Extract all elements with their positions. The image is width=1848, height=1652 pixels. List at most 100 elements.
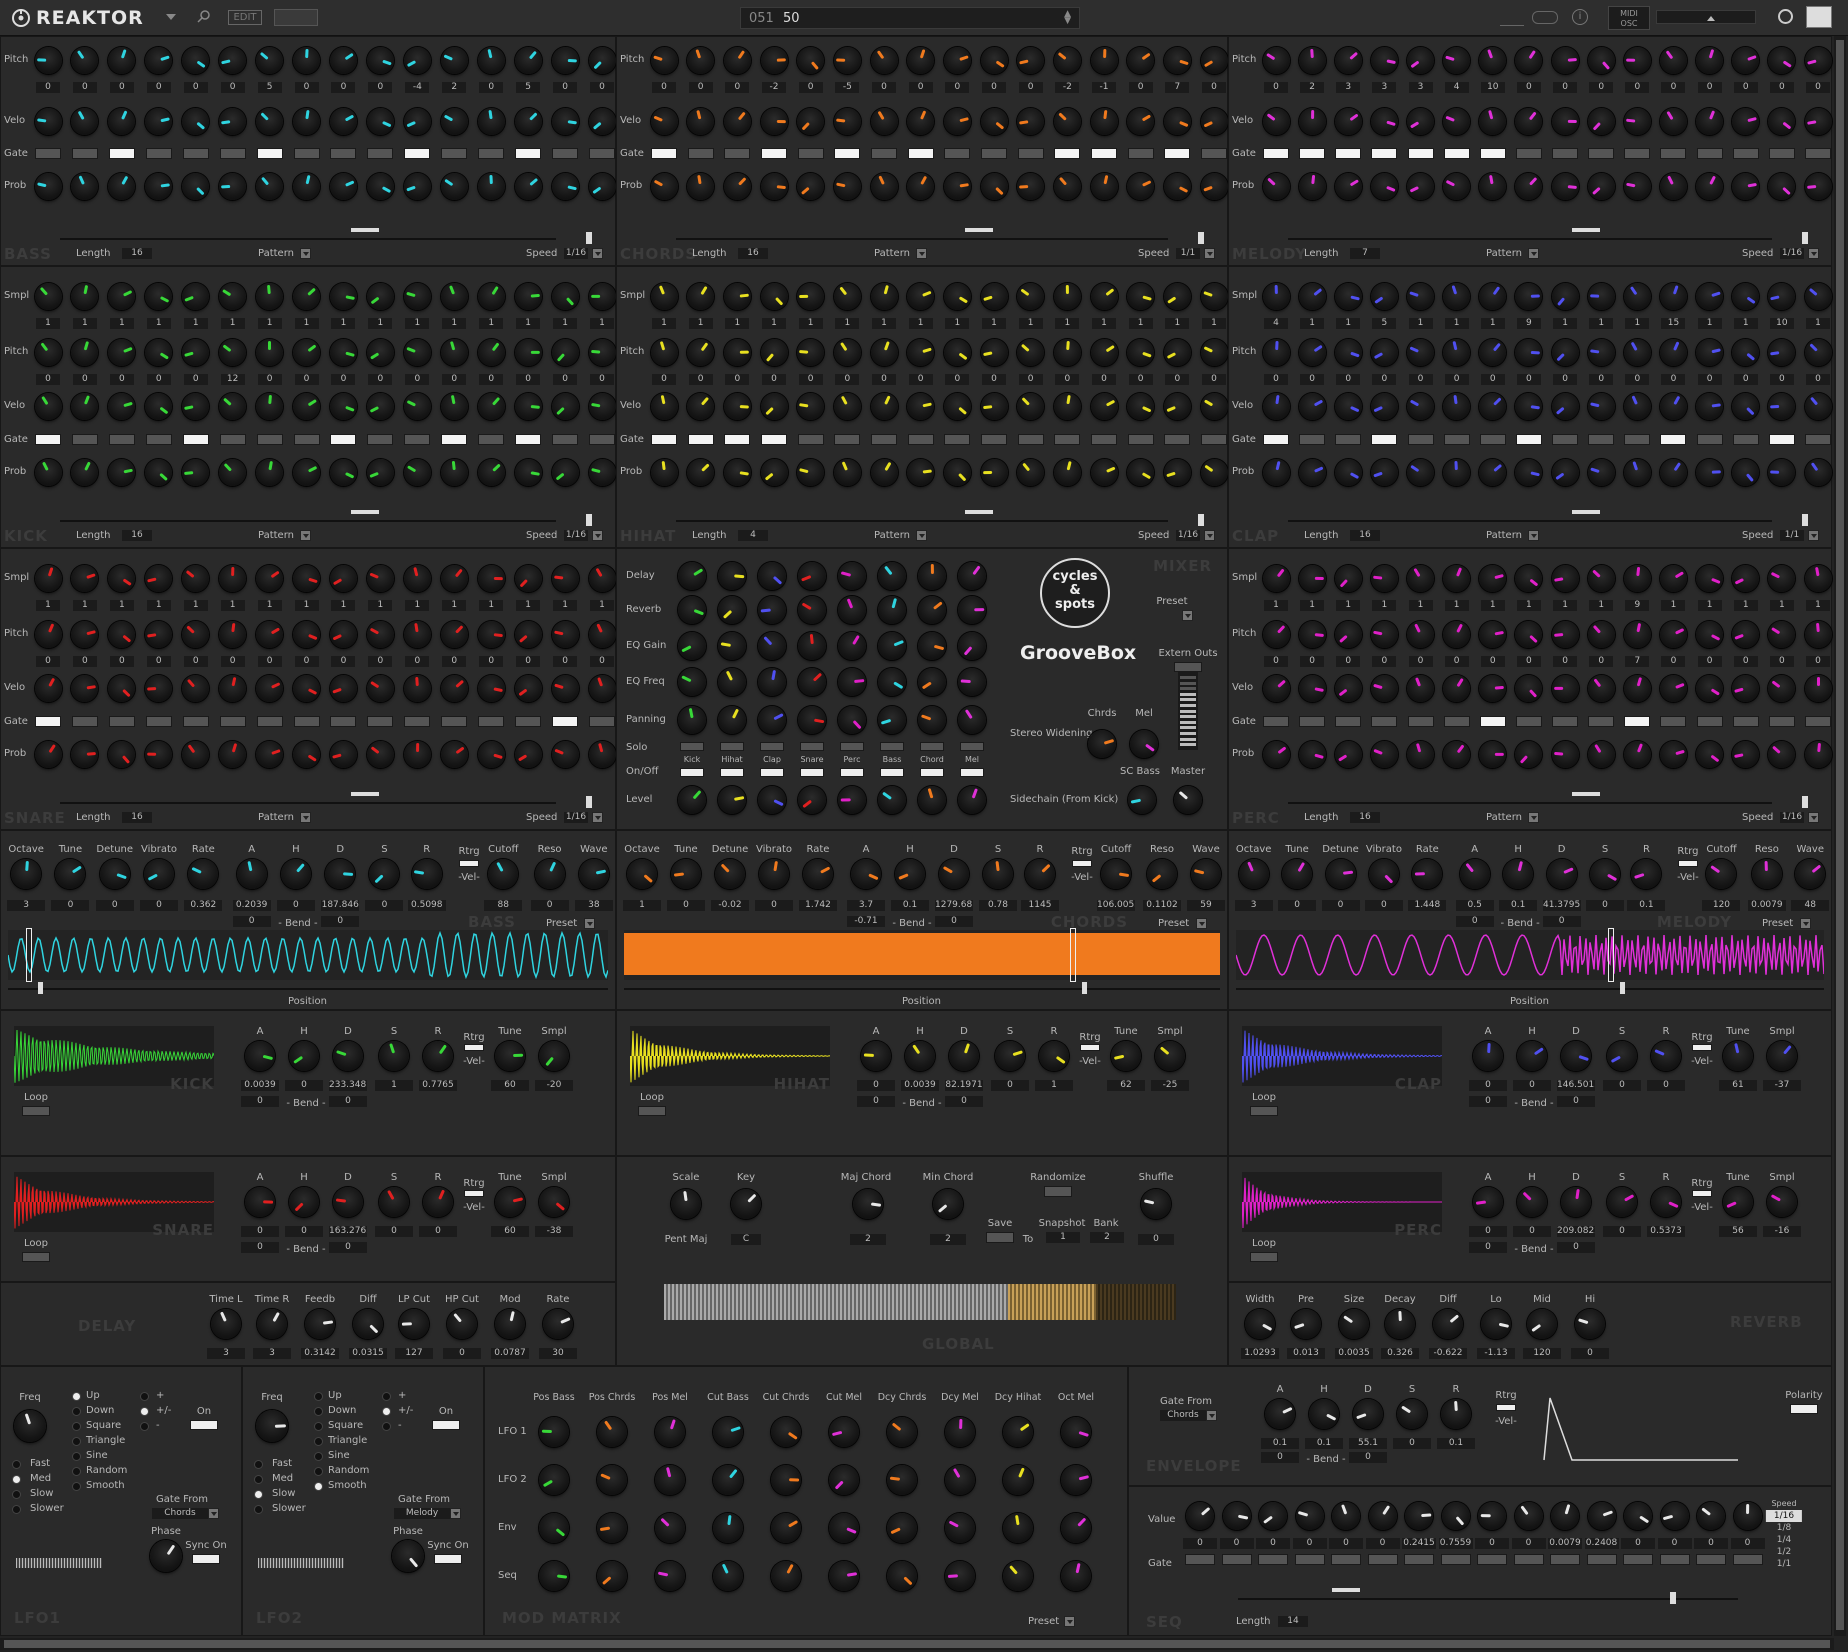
mod-amount-knob[interactable] <box>1061 1417 1091 1447</box>
step-smpl-knob[interactable] <box>108 282 136 310</box>
step-smpl-knob[interactable] <box>366 564 394 592</box>
synth-d-knob[interactable] <box>325 859 356 889</box>
step-smpl-knob[interactable] <box>551 564 579 592</box>
step-pitch-knob[interactable] <box>1659 338 1687 366</box>
step-prob-knob[interactable] <box>1515 740 1543 768</box>
step-velo-knob[interactable] <box>687 392 715 420</box>
edit-button[interactable]: EDIT <box>228 10 262 25</box>
step-velo-knob[interactable] <box>34 392 62 420</box>
step-prob-knob[interactable] <box>1623 740 1651 768</box>
step-smpl-knob[interactable] <box>1587 282 1615 310</box>
lfo-shape-radio[interactable] <box>314 1407 323 1416</box>
step-velo-knob[interactable] <box>329 107 357 135</box>
step-gate-toggle[interactable] <box>219 148 246 159</box>
step-pitch-knob[interactable] <box>1017 46 1045 74</box>
step-gate-toggle[interactable] <box>35 434 61 445</box>
speed-dropdown-icon[interactable] <box>1808 812 1819 823</box>
step-pitch-knob[interactable] <box>256 620 284 648</box>
step-prob-knob[interactable] <box>1334 740 1362 768</box>
drum-h-knob[interactable] <box>1517 1041 1547 1071</box>
position-slider-track[interactable] <box>8 988 608 990</box>
step-pitch-knob[interactable] <box>34 338 62 366</box>
synth-wave-knob[interactable] <box>1191 859 1221 889</box>
step-smpl-knob[interactable] <box>34 282 62 310</box>
env-d-knob[interactable] <box>1353 1399 1383 1429</box>
seq-gate-toggle[interactable] <box>1586 1554 1617 1565</box>
step-gate-toggle[interactable] <box>515 434 542 445</box>
step-velo-knob[interactable] <box>1696 392 1724 420</box>
step-pitch-knob[interactable] <box>1587 620 1615 648</box>
step-pitch-knob[interactable] <box>943 338 971 366</box>
synth-preset-dropdown-icon[interactable] <box>584 918 595 929</box>
lfo-on-toggle[interactable] <box>190 1420 218 1430</box>
lfo-speed-radio[interactable] <box>12 1490 21 1499</box>
step-velo-knob[interactable] <box>477 107 505 135</box>
step-pitch-knob[interactable] <box>1551 46 1579 74</box>
mixer-eqfreq-knob[interactable] <box>958 668 986 696</box>
step-velo-knob[interactable] <box>1732 674 1760 702</box>
seq-step-knob[interactable] <box>1733 1502 1762 1530</box>
step-velo-knob[interactable] <box>1200 107 1228 135</box>
step-scroll-track[interactable] <box>60 520 556 522</box>
step-pitch-knob[interactable] <box>1200 46 1228 74</box>
step-pitch-knob[interactable] <box>1515 620 1543 648</box>
step-scroll-track[interactable] <box>676 238 1168 240</box>
drum-r-knob[interactable] <box>1039 1041 1069 1071</box>
step-prob-knob[interactable] <box>870 172 898 200</box>
step-prob-knob[interactable] <box>870 458 898 486</box>
step-smpl-knob[interactable] <box>403 564 431 592</box>
step-velo-knob[interactable] <box>588 392 616 420</box>
mixer-delay-knob[interactable] <box>798 562 826 590</box>
mod-amount-knob[interactable] <box>713 1513 743 1543</box>
mixer-panning-knob[interactable] <box>678 706 706 734</box>
mixer-eqgain-knob[interactable] <box>758 632 786 660</box>
pattern-dropdown-icon[interactable] <box>1528 248 1539 259</box>
mod-amount-knob[interactable] <box>539 1465 569 1495</box>
step-gate-toggle[interactable] <box>145 148 172 159</box>
step-pitch-knob[interactable] <box>1090 46 1118 74</box>
step-prob-knob[interactable] <box>1732 458 1760 486</box>
step-gate-toggle[interactable] <box>182 716 209 727</box>
step-prob-knob[interactable] <box>182 458 210 486</box>
step-velo-knob[interactable] <box>1587 107 1615 135</box>
step-prob-knob[interactable] <box>551 458 579 486</box>
lfo-shape-radio[interactable] <box>72 1407 81 1416</box>
drum-a-knob[interactable] <box>245 1041 275 1071</box>
step-velo-knob[interactable] <box>1163 107 1191 135</box>
step-gate-toggle[interactable] <box>1091 434 1117 445</box>
step-velo-knob[interactable] <box>1334 107 1362 135</box>
drum-a-knob[interactable] <box>1473 1187 1503 1217</box>
step-gate-toggle[interactable] <box>35 716 61 727</box>
seq-step-knob[interactable] <box>1368 1502 1397 1530</box>
mixer-level-knob[interactable] <box>878 786 906 814</box>
step-pitch-knob[interactable] <box>514 338 542 366</box>
mixer-reverb-knob[interactable] <box>718 596 746 624</box>
step-velo-knob[interactable] <box>1732 107 1760 135</box>
step-smpl-knob[interactable] <box>1515 282 1543 310</box>
step-velo-knob[interactable] <box>1053 392 1081 420</box>
step-gate-toggle[interactable] <box>1660 716 1687 727</box>
env-gate-dropdown-icon[interactable] <box>1206 1410 1217 1421</box>
step-gate-toggle[interactable] <box>1164 434 1191 445</box>
min-chord-knob[interactable] <box>933 1189 963 1219</box>
mod-amount-knob[interactable] <box>945 1561 975 1591</box>
step-pitch-knob[interactable] <box>588 46 616 74</box>
step-velo-knob[interactable] <box>514 674 542 702</box>
lfo-speed-radio[interactable] <box>254 1490 263 1499</box>
step-scroll-thumb[interactable] <box>586 796 592 808</box>
speed-dropdown-icon[interactable] <box>592 530 603 541</box>
step-gate-toggle[interactable] <box>907 434 934 445</box>
drum-r-knob[interactable] <box>423 1187 453 1217</box>
step-gate-toggle[interactable] <box>1515 148 1542 159</box>
step-smpl-knob[interactable] <box>1659 282 1687 310</box>
step-velo-knob[interactable] <box>256 674 284 702</box>
step-pitch-knob[interactable] <box>1298 46 1326 74</box>
step-smpl-knob[interactable] <box>907 282 935 310</box>
step-prob-knob[interactable] <box>723 458 751 486</box>
step-prob-knob[interactable] <box>1659 740 1687 768</box>
solo-toggle[interactable] <box>760 742 784 751</box>
step-pitch-knob[interactable] <box>71 620 99 648</box>
step-smpl-knob[interactable] <box>1696 564 1724 592</box>
step-pitch-knob[interactable] <box>1163 46 1191 74</box>
step-prob-knob[interactable] <box>1298 458 1326 486</box>
